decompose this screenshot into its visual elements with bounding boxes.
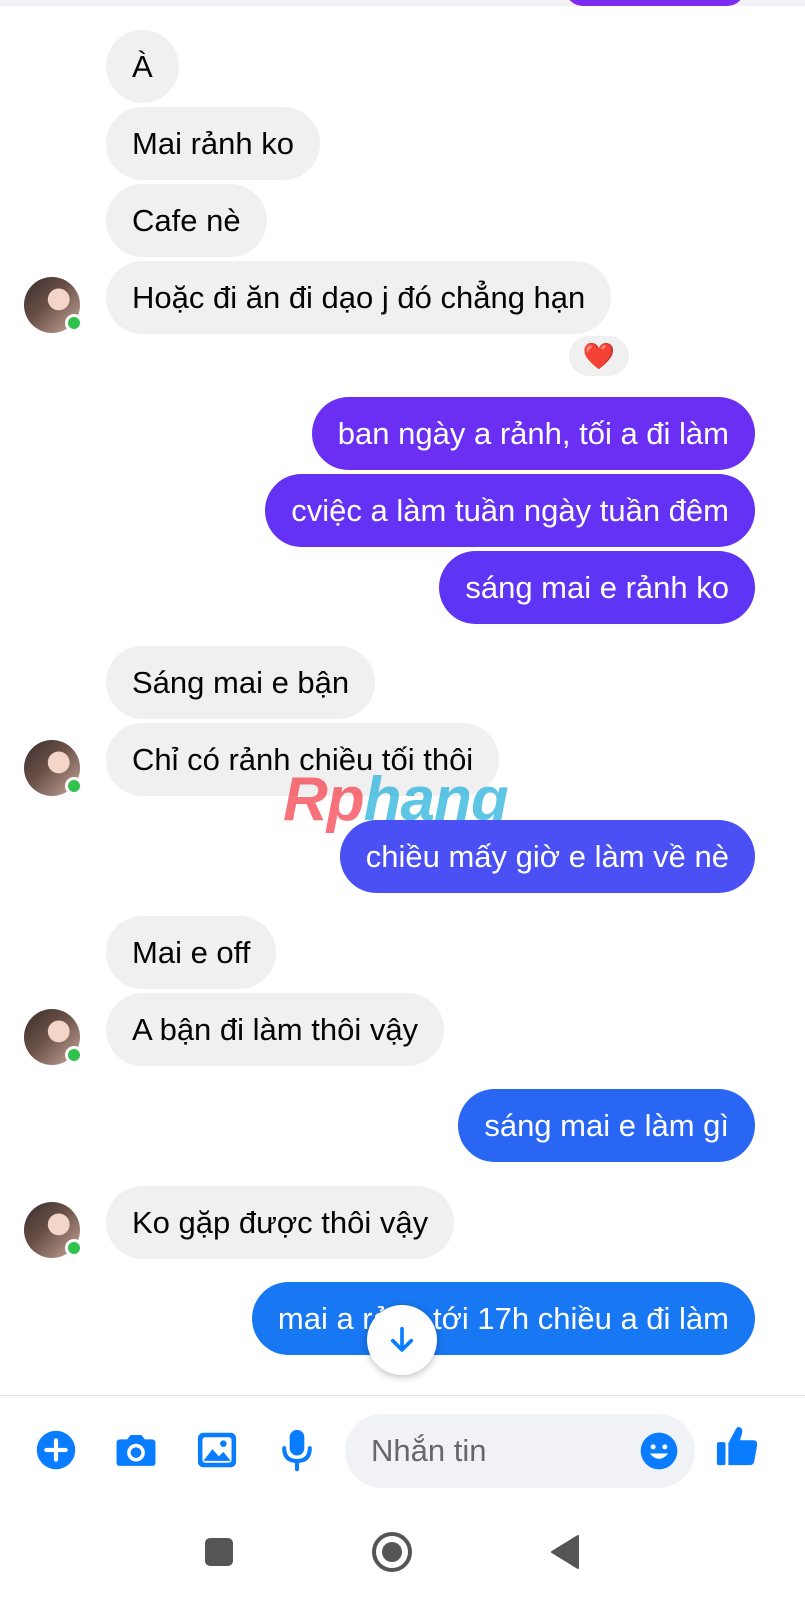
message-bubble-outgoing[interactable]: mai a rảnh tới 17h chiều a đi làm bbox=[251, 1282, 755, 1355]
back-button[interactable] bbox=[543, 1530, 587, 1574]
microphone-button[interactable] bbox=[273, 1426, 321, 1474]
camera-icon bbox=[116, 1434, 156, 1466]
thumbs-up-icon bbox=[716, 1427, 758, 1466]
home-button[interactable] bbox=[370, 1530, 414, 1574]
microphone-icon bbox=[282, 1429, 312, 1472]
online-status-dot bbox=[65, 1046, 83, 1064]
camera-button[interactable] bbox=[112, 1426, 160, 1474]
message-bubble-incoming[interactable]: Cafe nè bbox=[106, 184, 267, 257]
message-input[interactable]: Nhắn tin bbox=[345, 1414, 695, 1488]
plus-button[interactable] bbox=[32, 1426, 80, 1474]
online-status-dot bbox=[65, 1239, 83, 1257]
message-bubble-incoming[interactable]: Hoặc đi ăn đi dạo j đó chẳng hạn bbox=[106, 261, 612, 334]
message-composer: Nhắn tin bbox=[0, 1395, 805, 1500]
message-bubble-incoming[interactable]: A bận đi làm thôi vậy bbox=[106, 993, 445, 1066]
message-bubble-incoming[interactable]: Mai e off bbox=[106, 916, 277, 989]
previous-message-bubble[interactable] bbox=[565, 0, 745, 6]
message-bubble-outgoing[interactable]: ban ngày a rảnh, tối a đi làm bbox=[311, 397, 755, 470]
online-status-dot bbox=[65, 777, 83, 795]
online-status-dot bbox=[65, 314, 83, 332]
message-bubble-outgoing[interactable]: chiều mấy giờ e làm về nè bbox=[339, 820, 755, 893]
home-circle-icon bbox=[372, 1532, 412, 1572]
arrow-down-icon bbox=[390, 1326, 414, 1352]
message-bubble-incoming[interactable]: Ko gặp được thôi vậy bbox=[106, 1186, 455, 1259]
scroll-to-bottom-button[interactable] bbox=[367, 1305, 437, 1375]
heart-reaction-icon[interactable]: ❤️ bbox=[566, 333, 632, 379]
message-input-placeholder: Nhắn tin bbox=[371, 1433, 487, 1468]
message-bubble-outgoing[interactable]: sáng mai e rảnh ko bbox=[439, 551, 755, 624]
back-triangle-icon bbox=[551, 1535, 579, 1569]
gallery-icon bbox=[197, 1432, 237, 1468]
plus-icon bbox=[36, 1430, 76, 1470]
message-bubble-incoming[interactable]: Mai rảnh ko bbox=[106, 107, 320, 180]
message-bubble-outgoing[interactable]: cviệc a làm tuần ngày tuần đêm bbox=[265, 474, 755, 547]
message-bubble-incoming[interactable]: Sáng mai e bận bbox=[106, 646, 376, 719]
emoji-icon[interactable] bbox=[639, 1431, 679, 1471]
system-navigation-bar bbox=[0, 1500, 805, 1600]
message-bubble-outgoing[interactable]: sáng mai e làm gì bbox=[458, 1089, 755, 1162]
recent-apps-button[interactable] bbox=[197, 1530, 241, 1574]
like-button[interactable] bbox=[713, 1422, 761, 1470]
square-icon bbox=[205, 1538, 233, 1566]
message-bubble-incoming[interactable]: À bbox=[106, 30, 179, 103]
gallery-button[interactable] bbox=[193, 1426, 241, 1474]
